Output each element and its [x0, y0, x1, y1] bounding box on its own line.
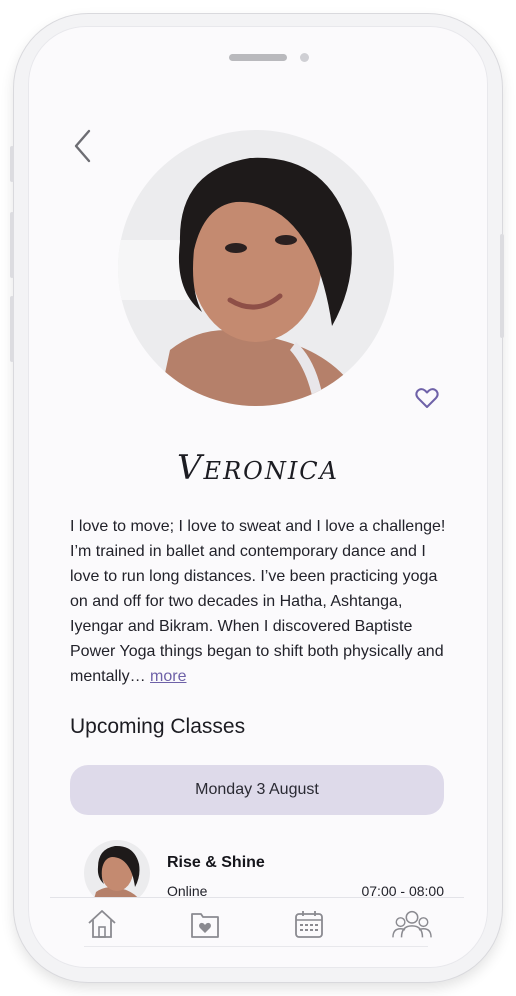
- tab-bar-divider: [84, 946, 428, 947]
- upcoming-classes-title: Upcoming Classes: [70, 715, 246, 738]
- tab-favorites[interactable]: [185, 904, 225, 944]
- side-button-mute: [10, 146, 14, 182]
- heart-outline-icon: [415, 388, 439, 408]
- chevron-left-icon: [74, 129, 91, 163]
- bio-text: I love to move; I love to sweat and I lo…: [70, 518, 446, 685]
- bottom-tab-bar: [50, 897, 464, 949]
- front-camera: [300, 53, 309, 62]
- back-button[interactable]: [72, 128, 94, 164]
- more-link[interactable]: more: [150, 668, 186, 685]
- favorites-folder-icon: [191, 912, 220, 938]
- instructor-bio: I love to move; I love to sweat and I lo…: [70, 514, 448, 689]
- side-button-volume-down: [10, 296, 14, 362]
- favorite-button[interactable]: [414, 386, 440, 410]
- community-icon: [392, 910, 433, 937]
- instructor-photo: [118, 130, 394, 406]
- side-button-volume-up: [10, 212, 14, 278]
- class-title: Rise & Shine: [167, 854, 265, 871]
- tab-home[interactable]: [82, 904, 122, 944]
- tab-calendar[interactable]: [289, 904, 329, 944]
- home-icon: [88, 909, 116, 938]
- date-selector[interactable]: Monday 3 August: [70, 765, 444, 815]
- tab-community[interactable]: [392, 904, 433, 944]
- side-button-power: [500, 234, 504, 338]
- speaker-grille: [229, 54, 287, 61]
- calendar-icon: [294, 910, 323, 938]
- instructor-name: Veronica: [177, 448, 339, 488]
